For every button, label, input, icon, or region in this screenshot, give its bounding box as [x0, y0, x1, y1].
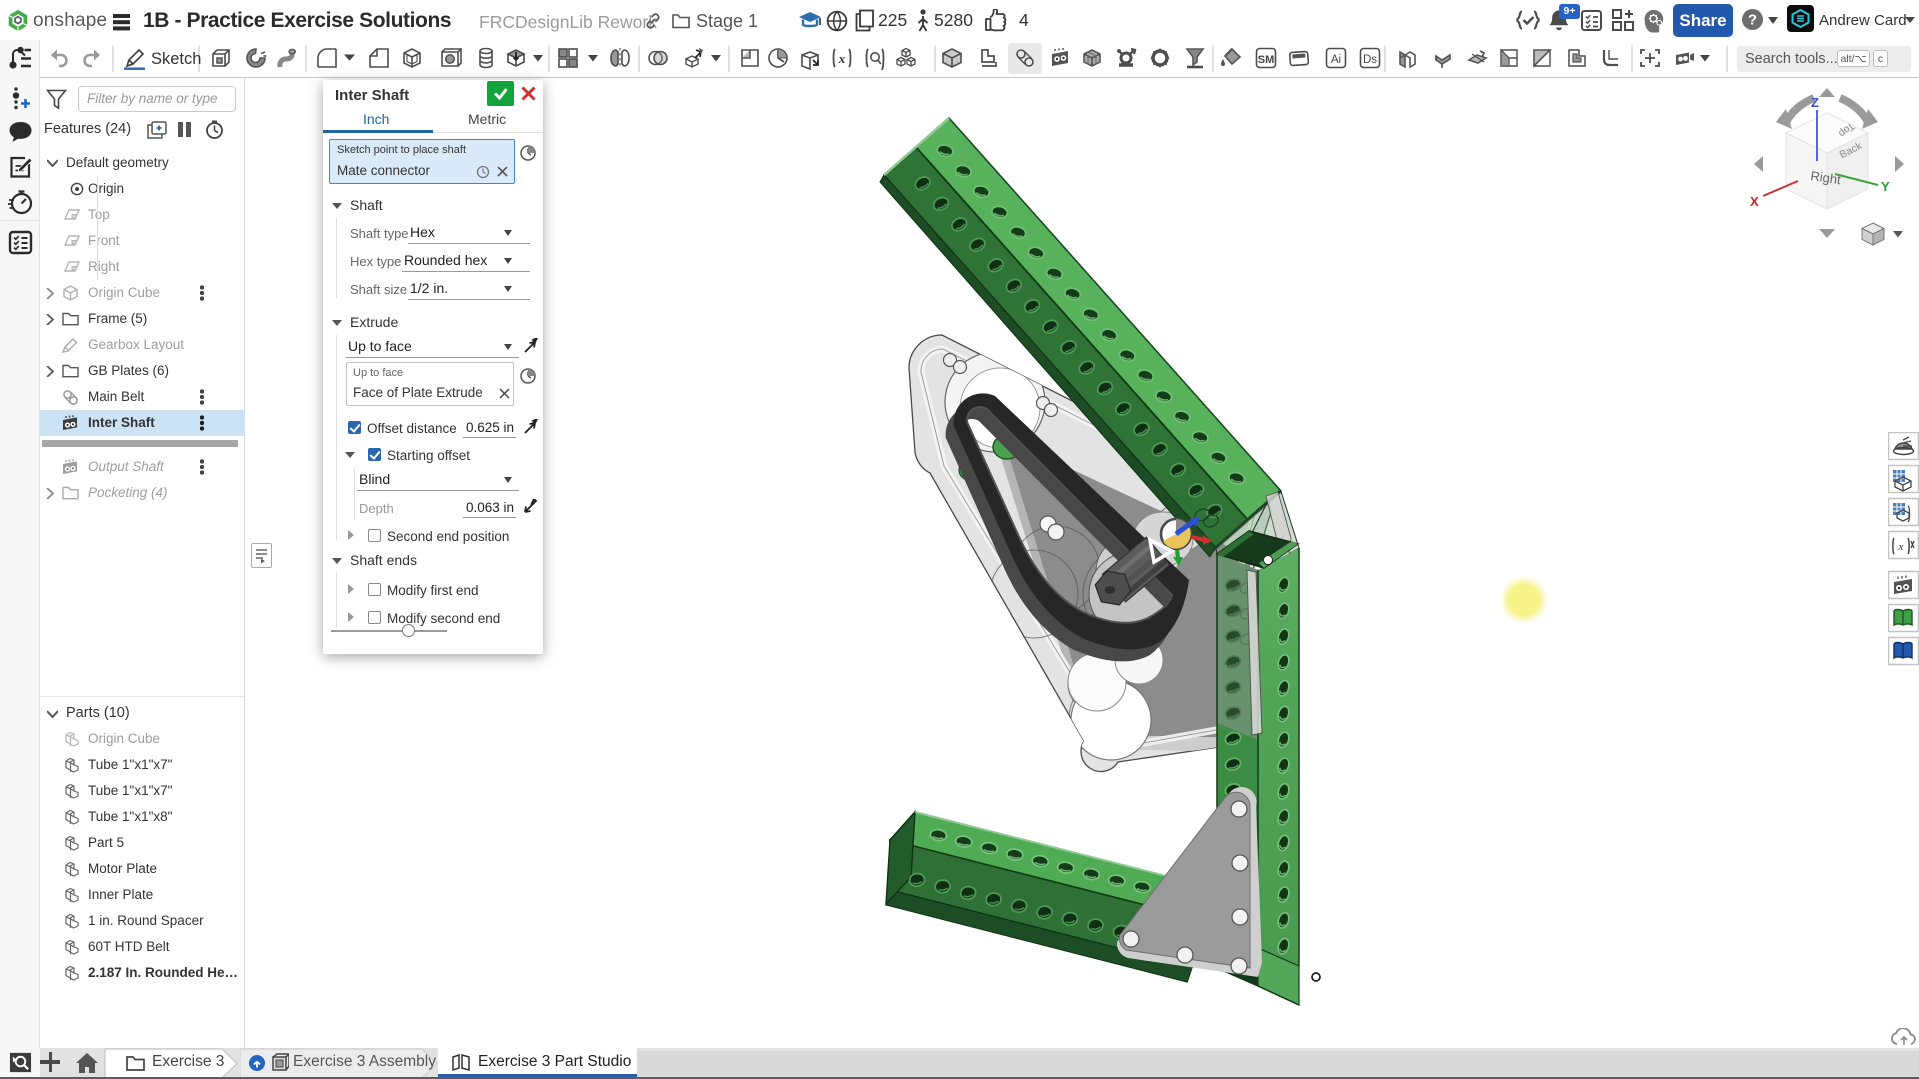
svg-text:Ai: Ai [1331, 54, 1341, 66]
svg-text:Z: Z [1811, 95, 1819, 110]
svg-text:Y: Y [1881, 179, 1890, 194]
svg-text:x: x [1898, 541, 1904, 553]
svg-text:SM: SM [1258, 54, 1275, 66]
svg-text:X: X [1750, 194, 1759, 209]
svg-text:Ds: Ds [1363, 54, 1377, 66]
svg-text:?: ? [1748, 12, 1757, 29]
